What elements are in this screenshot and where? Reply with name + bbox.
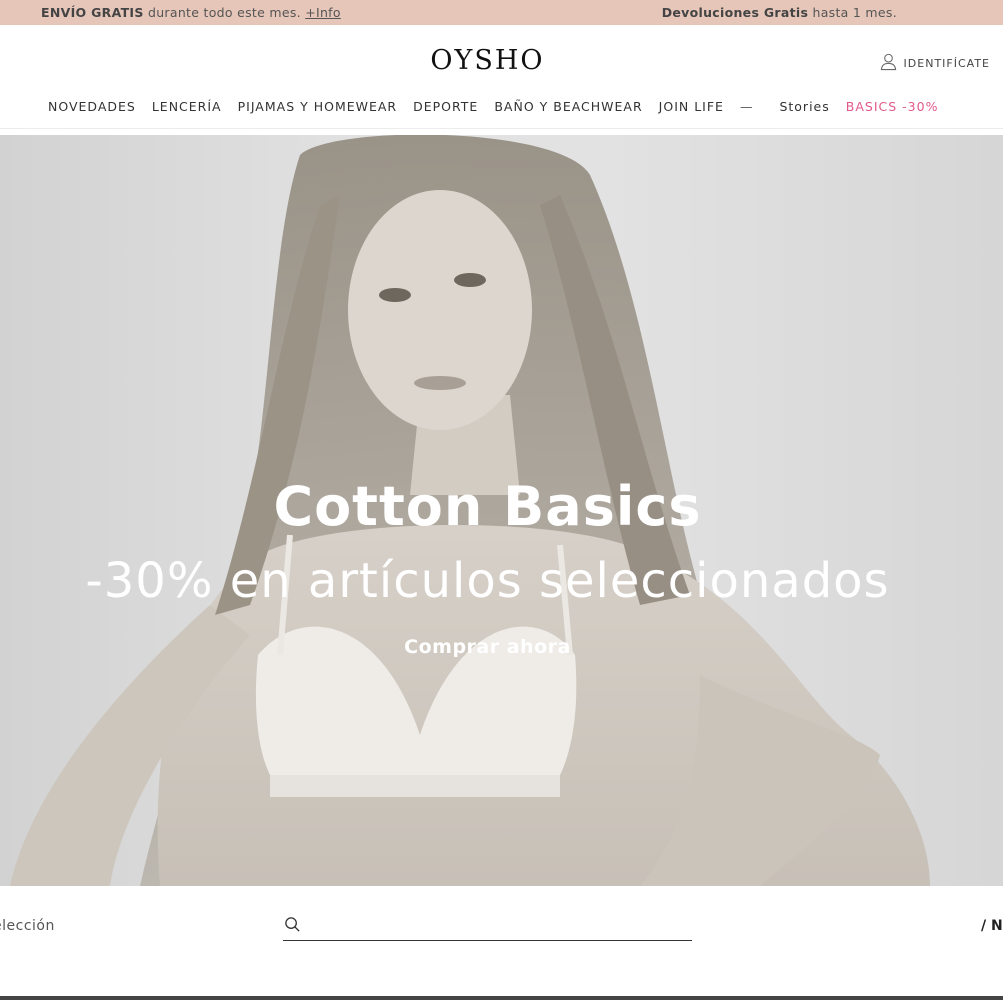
announcement-bar: ENVÍO GRATIS durante todo este mes. +Inf… xyxy=(0,0,1003,25)
nav-item-basics-promo[interactable]: BASICS -30% xyxy=(846,99,939,114)
free-returns-bold: Devoluciones Gratis xyxy=(661,5,809,20)
page-bottom-edge xyxy=(0,996,1003,1000)
hero-title: Cotton Basics xyxy=(273,475,702,538)
filter-bar: elección / N xyxy=(0,886,1003,996)
search-input[interactable] xyxy=(309,914,692,938)
nav-item-novedades[interactable]: NOVEDADES xyxy=(48,99,136,114)
login-label: IDENTIFÍCATE xyxy=(903,56,990,70)
free-shipping-text: durante todo este mes. xyxy=(143,5,306,20)
free-shipping-notice: ENVÍO GRATIS durante todo este mes. +Inf… xyxy=(41,5,341,20)
user-icon xyxy=(879,52,898,74)
nav-item-stories[interactable]: Stories xyxy=(779,99,829,114)
brand-logo[interactable]: OYSHO xyxy=(0,45,975,76)
search-box[interactable] xyxy=(283,912,692,941)
info-link[interactable]: +Info xyxy=(305,5,341,20)
free-returns-notice: Devoluciones Gratis hasta 1 mes. xyxy=(662,5,897,20)
nav-item-pijamas[interactable]: PIJAMAS Y HOMEWEAR xyxy=(238,99,398,114)
login-button[interactable]: IDENTIFÍCATE xyxy=(879,52,990,74)
view-toggle[interactable]: / N xyxy=(981,918,1003,934)
nav-separator: — xyxy=(739,99,754,114)
free-shipping-bold: ENVÍO GRATIS xyxy=(41,5,144,20)
hero-subtitle: -30% en artículos seleccionados xyxy=(85,553,890,609)
nav-item-join-life[interactable]: JOIN LIFE xyxy=(659,99,724,114)
hero-banner[interactable]: Cotton Basics -30% en artículos seleccio… xyxy=(0,135,1003,886)
nav-item-lenceria[interactable]: LENCERÍA xyxy=(152,99,222,114)
nav-item-bano[interactable]: BAÑO Y BEACHWEAR xyxy=(494,99,642,114)
shop-now-link[interactable]: Comprar ahora xyxy=(0,636,975,658)
free-returns-text: hasta 1 mes. xyxy=(808,5,897,20)
site-header: OYSHO IDENTIFÍCATE NOVEDADES LENCERÍA PI… xyxy=(0,25,1003,129)
selection-label[interactable]: elección xyxy=(0,918,55,934)
nav-item-deporte[interactable]: DEPORTE xyxy=(413,99,478,114)
search-icon[interactable] xyxy=(283,916,301,937)
main-nav: NOVEDADES LENCERÍA PIJAMAS Y HOMEWEAR DE… xyxy=(48,99,954,114)
